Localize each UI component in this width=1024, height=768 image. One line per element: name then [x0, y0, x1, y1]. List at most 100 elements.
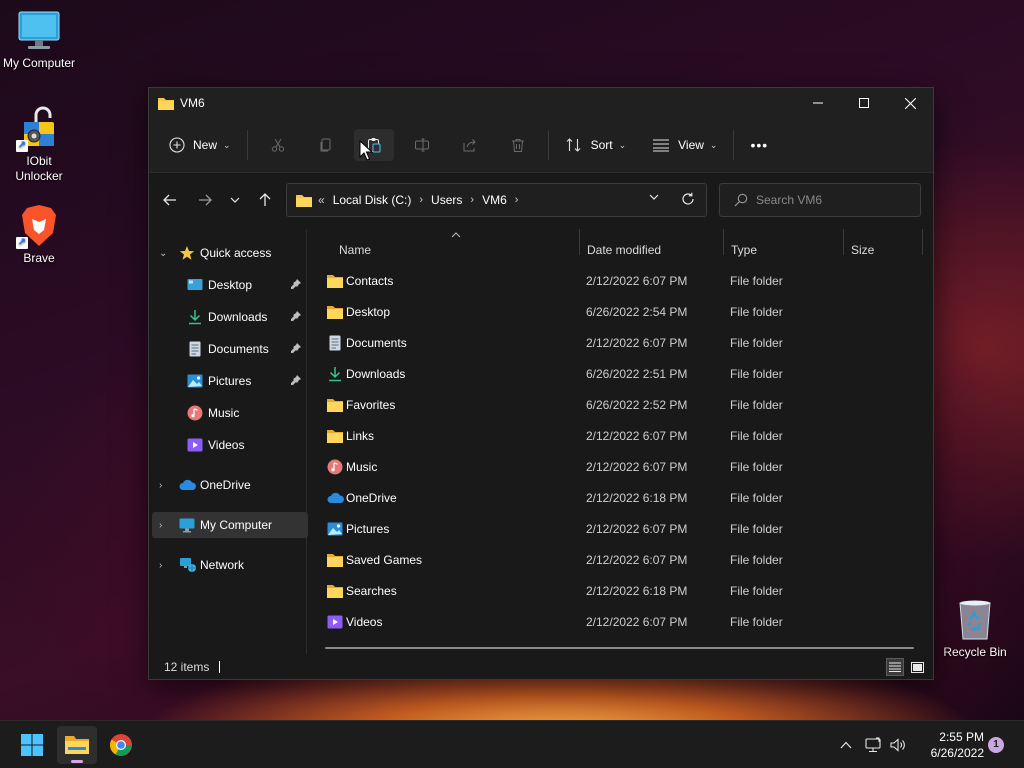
recent-locations-button[interactable] — [220, 185, 250, 215]
file-row[interactable]: Links 2/12/2022 6:07 PM File folder — [324, 421, 914, 452]
column-header-date-modified[interactable]: Date modified — [587, 229, 661, 271]
preview-view-button[interactable] — [908, 658, 926, 676]
view-button[interactable]: View ⌄ — [642, 129, 727, 161]
chevron-down-icon: ⌄ — [709, 139, 718, 150]
chevron-right-icon[interactable]: › — [159, 560, 162, 571]
file-row[interactable]: Pictures 2/12/2022 6:07 PM File folder — [324, 514, 914, 545]
file-type: File folder — [730, 491, 783, 505]
file-row[interactable]: Music 2/12/2022 6:07 PM File folder — [324, 452, 914, 483]
column-header-type[interactable]: Type — [731, 229, 757, 271]
column-divider[interactable] — [579, 229, 580, 255]
column-divider[interactable] — [723, 229, 724, 255]
search-input[interactable] — [756, 193, 916, 207]
nav-item-downloads[interactable]: Downloads — [149, 304, 305, 330]
file-row[interactable]: Desktop 6/26/2022 2:54 PM File folder — [324, 297, 914, 328]
pin-icon — [290, 278, 302, 293]
nav-label: Network — [200, 558, 245, 572]
volume-button[interactable] — [888, 735, 908, 755]
breadcrumb-users[interactable]: Users — [431, 193, 462, 207]
toolbar-divider — [246, 130, 248, 160]
nav-item-videos[interactable]: Videos — [149, 432, 305, 458]
chevron-right-icon[interactable]: › — [159, 520, 162, 531]
taskbar-chrome[interactable] — [101, 726, 141, 764]
nav-item-documents[interactable]: Documents — [149, 336, 305, 362]
breadcrumb-local-disk[interactable]: Local Disk (C:) — [333, 193, 412, 207]
minimize-button[interactable] — [795, 88, 841, 118]
title-bar[interactable]: VM6 — [149, 88, 933, 118]
refresh-button[interactable] — [681, 192, 695, 206]
file-row[interactable]: Contacts 2/12/2022 6:07 PM File folder — [324, 266, 914, 297]
share-button[interactable] — [450, 129, 490, 161]
nav-quick-access[interactable]: ⌄ Quick access — [149, 240, 305, 266]
maximize-button[interactable] — [841, 88, 887, 118]
breadcrumb-vm6[interactable]: VM6 — [482, 193, 507, 207]
taskbar-clock[interactable]: 2:55 PM 6/26/2022 — [912, 729, 984, 761]
details-view-button[interactable] — [886, 658, 904, 676]
show-hidden-icons-button[interactable] — [836, 735, 856, 755]
file-row[interactable]: Videos 2/12/2022 6:07 PM File folder — [324, 607, 914, 638]
desktop-icon-brave[interactable]: ↗ Brave — [0, 203, 78, 266]
new-button[interactable]: New ⌄ — [159, 129, 241, 161]
file-name: Links — [346, 429, 375, 443]
active-indicator — [71, 760, 83, 763]
nav-item-pictures[interactable]: Pictures — [149, 368, 305, 394]
network-status-button[interactable] — [863, 735, 883, 755]
nav-my-computer[interactable]: › My Computer — [152, 512, 308, 538]
address-dropdown-button[interactable] — [649, 194, 659, 200]
delete-button[interactable] — [498, 129, 538, 161]
chevron-right-icon[interactable]: › — [159, 480, 162, 491]
overflow-chevron[interactable]: « — [318, 193, 325, 207]
forward-button[interactable] — [190, 185, 220, 215]
desktop-icon-recycle-bin[interactable]: Recycle Bin — [936, 597, 1014, 660]
address-bar[interactable]: « Local Disk (C:) › Users › VM6 › — [286, 183, 707, 217]
column-divider[interactable] — [922, 229, 923, 255]
nav-label: Pictures — [208, 374, 252, 388]
desktop-icon-my-computer[interactable]: My Computer — [0, 8, 78, 71]
start-button[interactable] — [12, 726, 52, 764]
copy-button[interactable] — [306, 129, 346, 161]
taskbar-file-explorer[interactable] — [57, 726, 97, 764]
chevron-down-icon: ⌄ — [223, 139, 231, 150]
chevron-down-icon[interactable]: ⌄ — [159, 248, 167, 259]
copy-icon — [320, 138, 331, 152]
chevron-right-icon[interactable]: › — [515, 194, 519, 206]
sort-label: Sort — [590, 138, 613, 152]
nav-item-music[interactable]: Music — [149, 400, 305, 426]
file-row[interactable]: Searches 2/12/2022 6:18 PM File folder — [324, 576, 914, 607]
horizontal-scrollbar[interactable] — [325, 647, 914, 649]
nav-network[interactable]: › Network — [149, 552, 305, 578]
up-button[interactable] — [250, 185, 280, 215]
chevron-right-icon[interactable]: › — [470, 194, 474, 206]
file-explorer-window: VM6 New ⌄ Sort ⌄ View ⌄ ••• « Local Disk… — [148, 87, 934, 680]
nav-label: Desktop — [208, 278, 253, 292]
file-date-modified: 2/12/2022 6:07 PM — [586, 522, 688, 536]
file-type: File folder — [730, 460, 783, 474]
rename-button[interactable] — [402, 129, 442, 161]
folder-icon — [158, 97, 174, 110]
file-row[interactable]: Saved Games 2/12/2022 6:07 PM File folder — [324, 545, 914, 576]
desktop-icon-iobit-unlocker[interactable]: ↗ IObit Unlocker — [0, 106, 78, 184]
folder-icon — [327, 583, 343, 599]
more-options-button[interactable]: ••• — [740, 129, 778, 161]
back-button[interactable] — [155, 185, 185, 215]
nav-item-desktop[interactable]: Desktop — [149, 272, 305, 298]
download-icon — [187, 309, 203, 325]
network-wired-icon — [865, 737, 881, 753]
file-row[interactable]: Documents 2/12/2022 6:07 PM File folder — [324, 328, 914, 359]
chevron-right-icon[interactable]: › — [419, 194, 423, 206]
nav-onedrive[interactable]: › OneDrive — [149, 472, 305, 498]
search-box[interactable] — [719, 183, 921, 217]
file-type: File folder — [730, 553, 783, 567]
cut-button[interactable] — [258, 129, 298, 161]
file-row[interactable]: Downloads 6/26/2022 2:51 PM File folder — [324, 359, 914, 390]
column-header-size[interactable]: Size — [851, 229, 874, 271]
sort-button[interactable]: Sort ⌄ — [555, 129, 637, 161]
column-header-name[interactable]: Name — [339, 229, 371, 271]
plus-circle-icon — [169, 137, 185, 153]
file-row[interactable]: Favorites 6/26/2022 2:52 PM File folder — [324, 390, 914, 421]
column-divider[interactable] — [843, 229, 844, 255]
close-button[interactable] — [887, 88, 933, 118]
file-date-modified: 2/12/2022 6:18 PM — [586, 584, 688, 598]
file-row[interactable]: OneDrive 2/12/2022 6:18 PM File folder — [324, 483, 914, 514]
notification-badge[interactable]: 1 — [988, 737, 1004, 753]
